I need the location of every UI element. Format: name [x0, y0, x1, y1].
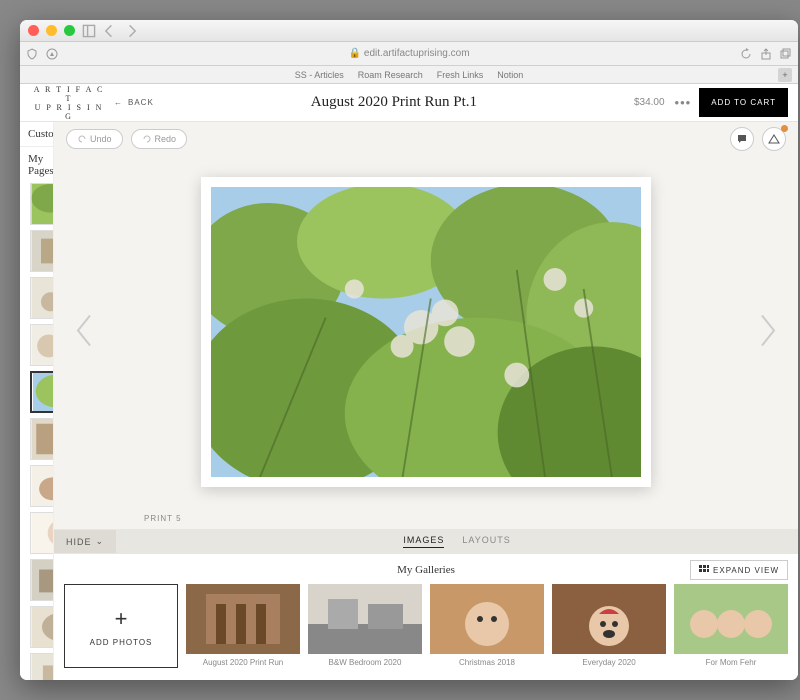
- page-thumbnail[interactable]: [30, 653, 54, 680]
- app-body: Customize My Pages Undo Redo: [20, 122, 798, 680]
- reload-icon[interactable]: [740, 48, 752, 60]
- my-galleries-heading: My Galleries: [397, 564, 455, 576]
- hide-panel-button[interactable]: HIDE ⌄: [54, 530, 116, 553]
- brand-line1: A R T I F A C T: [30, 85, 108, 103]
- maximize-window-icon[interactable]: [64, 25, 75, 36]
- more-options-icon[interactable]: •••: [675, 95, 692, 110]
- redo-button[interactable]: Redo: [131, 129, 188, 149]
- favorites-bar: SS - Articles Roam Research Fresh Links …: [20, 66, 798, 84]
- gallery-label: Everyday 2020: [582, 658, 635, 667]
- brand-logo[interactable]: A R T I F A C T U P R I S I N G: [30, 85, 108, 121]
- galleries-panel: My Galleries EXPAND VIEW + ADD PHOTOS Au…: [54, 554, 798, 680]
- address-bar[interactable]: 🔒 edit.artifactuprising.com: [20, 42, 798, 66]
- gallery-label: August 2020 Print Run: [203, 658, 284, 667]
- lock-icon: 🔒: [348, 48, 360, 59]
- tab-layouts[interactable]: LAYOUTS: [462, 535, 510, 548]
- tab-images[interactable]: IMAGES: [403, 535, 444, 548]
- page-thumbnail[interactable]: [30, 324, 54, 366]
- arrow-left-icon: ←: [114, 98, 123, 107]
- back-label: BACK: [128, 98, 154, 107]
- prev-page-arrow[interactable]: [72, 312, 94, 353]
- nav-forward-icon[interactable]: [124, 24, 138, 38]
- gallery-label: B&W Bedroom 2020: [329, 658, 402, 667]
- page-label: PRINT 5: [54, 508, 798, 529]
- page-thumbnail[interactable]: [30, 512, 54, 554]
- page-thumbnail[interactable]: [30, 230, 54, 272]
- gallery-item[interactable]: Christmas 2018: [430, 584, 544, 668]
- brand-line2: U P R I S I N G: [30, 103, 108, 121]
- back-button[interactable]: ← BACK: [114, 98, 154, 107]
- favorite-link[interactable]: Notion: [497, 70, 523, 80]
- add-photos-button[interactable]: + ADD PHOTOS: [64, 584, 178, 668]
- main-canvas-area: Undo Redo: [54, 122, 798, 680]
- tabs-icon[interactable]: [780, 48, 792, 60]
- expand-view-button[interactable]: EXPAND VIEW: [690, 560, 788, 580]
- app-header: A R T I F A C T U P R I S I N G ← BACK A…: [20, 84, 798, 122]
- gallery-label: For Mom Fehr: [706, 658, 757, 667]
- photo-canvas: [54, 156, 798, 508]
- panel-tab-bar: HIDE ⌄ IMAGES LAYOUTS: [54, 529, 798, 554]
- undo-button[interactable]: Undo: [66, 129, 123, 149]
- nav-back-icon[interactable]: [103, 24, 117, 38]
- minimize-window-icon[interactable]: [46, 25, 57, 36]
- add-to-cart-button[interactable]: ADD TO CART: [699, 88, 788, 117]
- editor-toolbar: Undo Redo: [54, 122, 798, 156]
- close-window-icon[interactable]: [28, 25, 39, 36]
- window-titlebar: [20, 20, 798, 42]
- comments-icon[interactable]: [730, 127, 754, 151]
- price-label: $34.00: [634, 97, 665, 108]
- page-thumbnail[interactable]: [30, 371, 54, 413]
- shield-icon[interactable]: [26, 48, 38, 60]
- page-thumbnail[interactable]: [30, 277, 54, 319]
- favorite-link[interactable]: Roam Research: [358, 70, 423, 80]
- page-thumbnail[interactable]: [30, 606, 54, 648]
- favorite-link[interactable]: SS - Articles: [295, 70, 344, 80]
- new-tab-button[interactable]: +: [778, 68, 792, 82]
- gallery-item[interactable]: For Mom Fehr: [674, 584, 788, 668]
- favorite-link[interactable]: Fresh Links: [437, 70, 484, 80]
- page-thumbnail[interactable]: [30, 465, 54, 507]
- page-thumbnail[interactable]: [30, 559, 54, 601]
- sidebar-toggle-icon[interactable]: [82, 24, 96, 38]
- next-page-arrow[interactable]: [758, 312, 780, 353]
- redo-icon: [142, 134, 152, 144]
- page-thumbnail[interactable]: [30, 183, 54, 225]
- safari-window: 🔒 edit.artifactuprising.com SS - Article…: [20, 20, 798, 680]
- gallery-label: Christmas 2018: [459, 658, 515, 667]
- url-text: edit.artifactuprising.com: [364, 48, 470, 59]
- warnings-icon[interactable]: [762, 127, 786, 151]
- plus-icon: +: [115, 606, 128, 632]
- gallery-item[interactable]: August 2020 Print Run: [186, 584, 300, 668]
- mypages-heading: My Pages: [20, 147, 53, 183]
- customize-heading: Customize: [20, 122, 53, 147]
- project-title: August 2020 Print Run Pt.1: [154, 94, 634, 111]
- share-icon[interactable]: [760, 48, 772, 60]
- undo-icon: [77, 134, 87, 144]
- page-thumbnail[interactable]: [30, 418, 54, 460]
- current-print-photo[interactable]: [201, 177, 651, 487]
- gallery-item[interactable]: B&W Bedroom 2020: [308, 584, 422, 668]
- left-sidebar: Customize My Pages: [20, 122, 54, 680]
- grid-icon: [699, 565, 709, 575]
- chevron-down-icon: ⌄: [96, 536, 105, 547]
- gallery-item[interactable]: Everyday 2020: [552, 584, 666, 668]
- compass-icon[interactable]: [46, 48, 58, 60]
- warning-badge: [781, 125, 788, 132]
